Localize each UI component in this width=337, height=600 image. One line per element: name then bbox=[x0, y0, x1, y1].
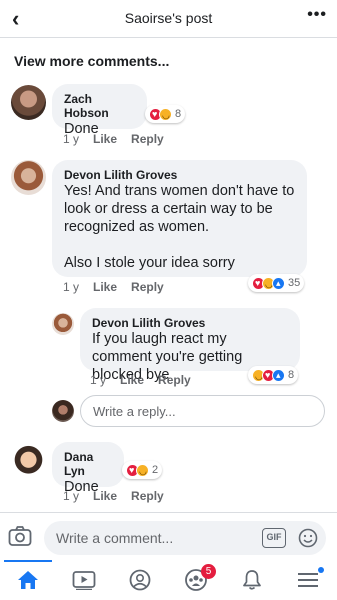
view-more-comments-link[interactable]: View more comments... bbox=[14, 53, 169, 69]
gif-button[interactable]: GIF bbox=[262, 528, 286, 548]
tab-menu[interactable] bbox=[280, 560, 336, 600]
like-button[interactable]: Like bbox=[120, 373, 144, 387]
comment-bubble[interactable]: Devon Lilith Groves If you laugh react m… bbox=[80, 308, 300, 383]
reply-button[interactable]: Reply bbox=[131, 280, 164, 294]
comment-author[interactable]: Devon Lilith Groves bbox=[64, 168, 295, 182]
reaction-count: 8 bbox=[288, 369, 295, 381]
reply-input-box[interactable] bbox=[80, 395, 325, 427]
reaction-summary[interactable]: 8 bbox=[145, 105, 186, 123]
home-icon bbox=[18, 571, 38, 589]
reaction-summary[interactable]: 8 bbox=[248, 366, 299, 384]
tab-groups[interactable]: 5 bbox=[168, 560, 224, 600]
more-dots-icon[interactable]: ••• bbox=[307, 6, 327, 24]
like-button[interactable]: Like bbox=[93, 132, 117, 146]
tab-notifications[interactable] bbox=[224, 560, 280, 600]
header: ‹ Saoirse's post ••• bbox=[0, 0, 337, 38]
notification-badge: 5 bbox=[201, 564, 216, 579]
menu-icon bbox=[298, 573, 318, 587]
reaction-summary[interactable]: 2 bbox=[122, 461, 163, 479]
comment-actions: 1 y Like Reply bbox=[90, 373, 205, 387]
reply-button[interactable]: Reply bbox=[131, 132, 164, 146]
comment-time: 1 y bbox=[90, 373, 107, 387]
reply-button[interactable]: Reply bbox=[158, 373, 191, 387]
reaction-summary[interactable]: 35 bbox=[248, 274, 305, 292]
comment-time: 1 y bbox=[63, 132, 80, 146]
like-reaction-icon bbox=[272, 276, 285, 290]
profile-icon bbox=[129, 569, 151, 591]
comment-input[interactable] bbox=[44, 521, 254, 555]
like-reaction-icon bbox=[272, 368, 285, 382]
comment-bubble[interactable]: Dana Lyn Done bbox=[52, 442, 124, 495]
reply-button[interactable]: Reply bbox=[131, 489, 164, 503]
comment-field[interactable]: GIF bbox=[44, 521, 326, 555]
comment-actions: 1 y Like Reply bbox=[63, 489, 178, 503]
comment-actions: 1 y Like Reply bbox=[63, 132, 178, 146]
menu-indicator-dot bbox=[318, 567, 324, 573]
comment-time: 1 y bbox=[63, 280, 80, 294]
comment-author[interactable]: Zach Hobson bbox=[64, 92, 135, 120]
tab-home[interactable] bbox=[0, 560, 56, 600]
reply-input[interactable] bbox=[81, 396, 324, 426]
reaction-count: 35 bbox=[288, 277, 301, 289]
bell-icon bbox=[243, 570, 261, 590]
reaction-count: 8 bbox=[175, 108, 182, 120]
comment-actions: 1 y Like Reply bbox=[63, 280, 178, 294]
avatar[interactable] bbox=[11, 160, 46, 195]
comment-bubble[interactable]: Zach Hobson Done bbox=[52, 84, 147, 137]
avatar bbox=[52, 400, 74, 422]
tab-watch[interactable] bbox=[56, 560, 112, 600]
haha-reaction-icon bbox=[136, 463, 149, 477]
avatar[interactable] bbox=[52, 313, 74, 335]
comment-text: Yes! And trans women don't have to look … bbox=[64, 183, 295, 271]
comment-composer: GIF bbox=[0, 512, 337, 560]
comment-author[interactable]: Devon Lilith Groves bbox=[92, 316, 288, 330]
like-button[interactable]: Like bbox=[93, 280, 117, 294]
reaction-count: 2 bbox=[152, 464, 159, 476]
haha-reaction-icon bbox=[159, 107, 172, 121]
comment-author[interactable]: Dana Lyn bbox=[64, 450, 112, 478]
video-icon bbox=[72, 571, 96, 590]
tab-profile[interactable] bbox=[112, 560, 168, 600]
avatar[interactable] bbox=[11, 85, 46, 120]
page-title: Saoirse's post bbox=[124, 10, 213, 26]
comment-time: 1 y bbox=[63, 489, 80, 503]
like-button[interactable]: Like bbox=[93, 489, 117, 503]
tab-bar: 5 bbox=[0, 560, 337, 600]
avatar[interactable] bbox=[11, 444, 46, 479]
camera-icon[interactable] bbox=[8, 525, 32, 547]
emoji-icon[interactable] bbox=[298, 528, 318, 548]
comment-bubble[interactable]: Devon Lilith Groves Yes! And trans women… bbox=[52, 160, 307, 277]
